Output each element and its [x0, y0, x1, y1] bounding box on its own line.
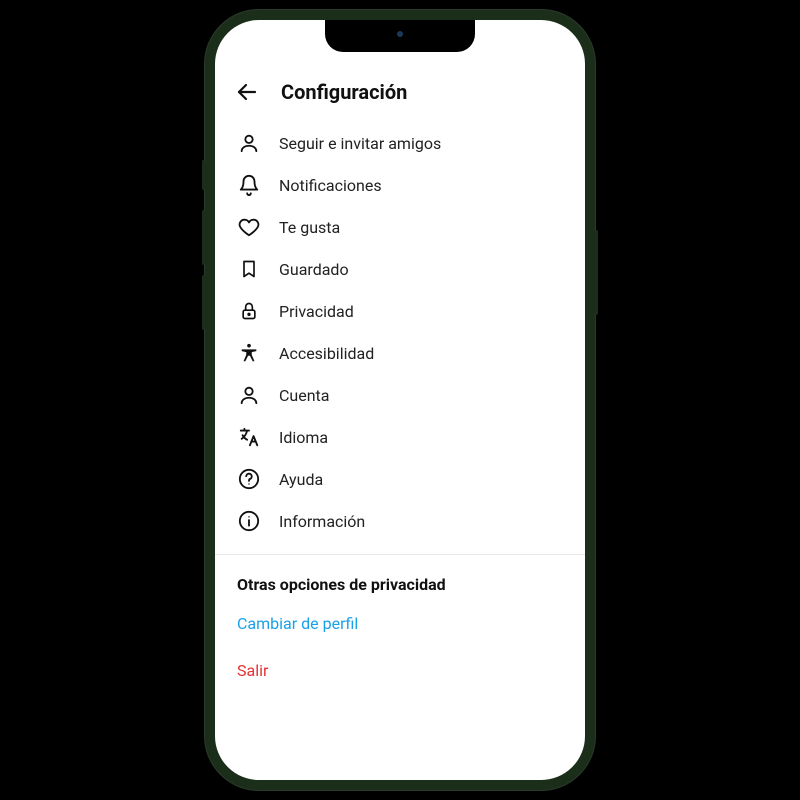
- bookmark-icon: [237, 257, 261, 281]
- person-icon: [237, 383, 261, 407]
- arrow-left-icon: [235, 80, 259, 104]
- bell-icon: [237, 173, 261, 197]
- settings-page: Configuración Seguir e invitar amigos No…: [215, 20, 585, 694]
- menu-label: Te gusta: [279, 218, 340, 237]
- section-title-privacy-options: Otras opciones de privacidad: [215, 555, 585, 600]
- menu-label: Información: [279, 512, 365, 531]
- translate-icon: [237, 425, 261, 449]
- phone-side-button: [202, 160, 205, 190]
- menu-label: Ayuda: [279, 470, 323, 489]
- switch-profile-link[interactable]: Cambiar de perfil: [215, 600, 585, 647]
- menu-label: Guardado: [279, 260, 349, 279]
- page-header: Configuración: [215, 70, 585, 118]
- settings-menu: Seguir e invitar amigos Notificaciones T…: [215, 118, 585, 546]
- person-icon: [237, 131, 261, 155]
- phone-volume-up-button: [202, 210, 205, 265]
- menu-item-notifications[interactable]: Notificaciones: [215, 164, 585, 206]
- menu-label: Seguir e invitar amigos: [279, 134, 441, 153]
- menu-item-account[interactable]: Cuenta: [215, 374, 585, 416]
- lock-icon: [237, 299, 261, 323]
- menu-item-accessibility[interactable]: Accesibilidad: [215, 332, 585, 374]
- phone-screen: Configuración Seguir e invitar amigos No…: [215, 20, 585, 780]
- info-icon: [237, 509, 261, 533]
- help-icon: [237, 467, 261, 491]
- menu-label: Accesibilidad: [279, 344, 374, 363]
- menu-item-help[interactable]: Ayuda: [215, 458, 585, 500]
- back-button[interactable]: [235, 80, 259, 104]
- menu-label: Idioma: [279, 428, 328, 447]
- page-title: Configuración: [281, 80, 407, 104]
- menu-item-language[interactable]: Idioma: [215, 416, 585, 458]
- menu-label: Privacidad: [279, 302, 354, 321]
- phone-power-button: [595, 230, 598, 315]
- menu-item-follow-invite[interactable]: Seguir e invitar amigos: [215, 122, 585, 164]
- logout-link[interactable]: Salir: [215, 647, 585, 694]
- menu-item-likes[interactable]: Te gusta: [215, 206, 585, 248]
- menu-item-saved[interactable]: Guardado: [215, 248, 585, 290]
- accessibility-icon: [237, 341, 261, 365]
- phone-frame: Configuración Seguir e invitar amigos No…: [205, 10, 595, 790]
- heart-icon: [237, 215, 261, 239]
- menu-item-privacy[interactable]: Privacidad: [215, 290, 585, 332]
- phone-volume-down-button: [202, 275, 205, 330]
- menu-label: Notificaciones: [279, 176, 382, 195]
- menu-label: Cuenta: [279, 386, 330, 405]
- phone-notch: [325, 20, 475, 52]
- menu-item-info[interactable]: Información: [215, 500, 585, 542]
